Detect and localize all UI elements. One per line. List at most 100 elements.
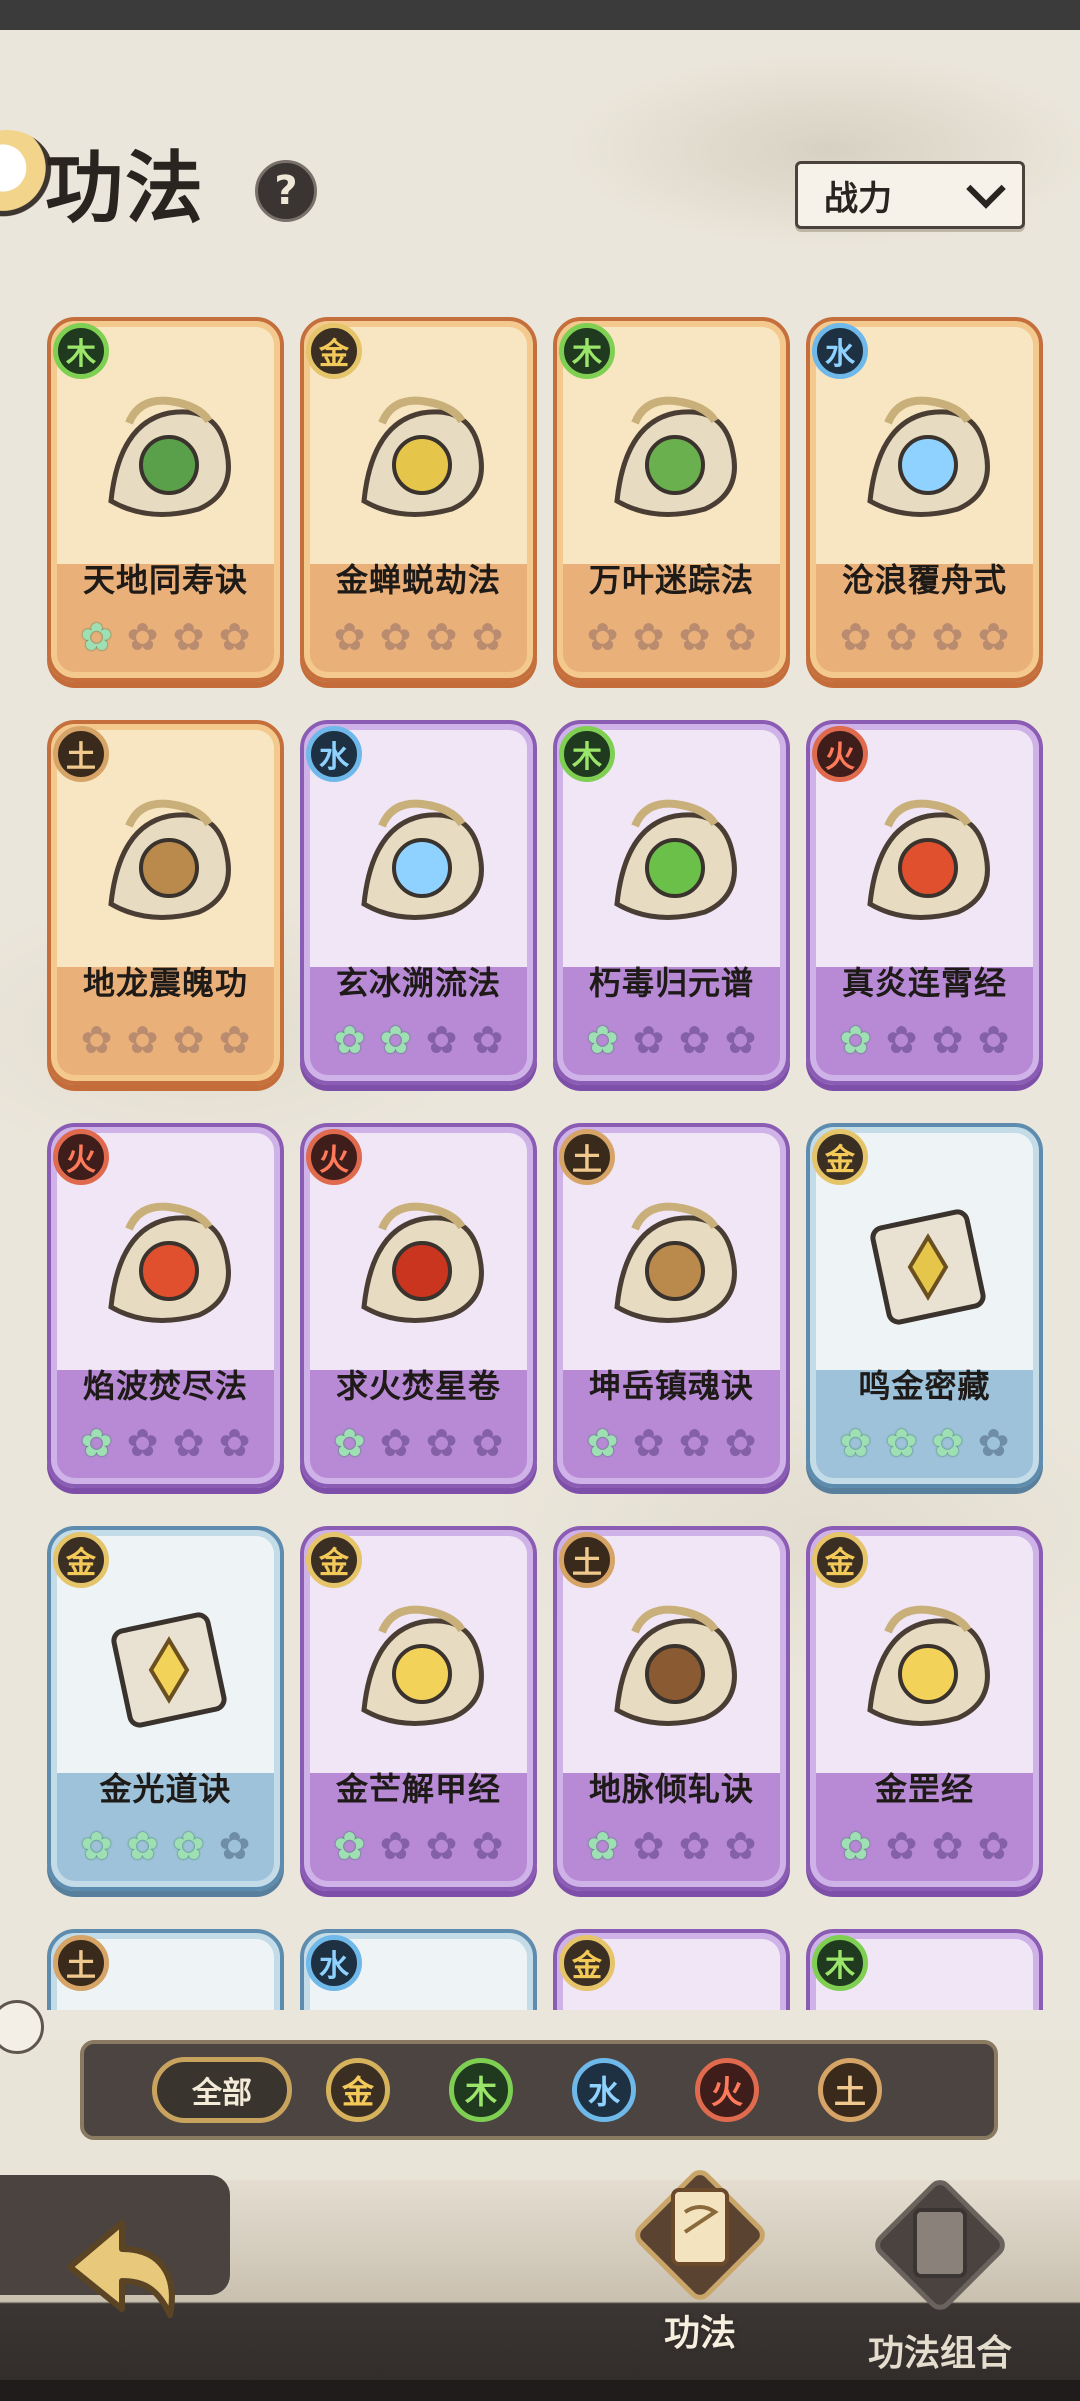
element-badge: 金 [812, 1532, 868, 1588]
star-icon: ✿ [172, 1421, 205, 1465]
star-icon: ✿ [632, 1018, 665, 1062]
star-rating: ✿ ✿ ✿ ✿ [557, 1019, 786, 1061]
skill-card[interactable]: 火真炎连霄经 ✿ ✿ ✿ ✿ [806, 720, 1043, 1085]
star-icon: ✿ [586, 1824, 619, 1868]
star-icon: ✿ [471, 1824, 504, 1868]
element-badge: 金 [559, 1935, 615, 1991]
star-icon: ✿ [977, 615, 1010, 659]
leaf-maze-icon [595, 383, 755, 533]
poison-skull-icon [595, 786, 755, 936]
skill-card[interactable]: 木天地同寿诀 ✿ ✿ ✿ ✿ [47, 317, 284, 682]
sort-label: 战力 [824, 178, 892, 219]
skill-card[interactable]: 金金光道诀 ✿ ✿ ✿ ✿ [47, 1526, 284, 1891]
element-badge: 火 [53, 1129, 109, 1185]
skill-name: 天地同寿诀 [82, 561, 248, 599]
skill-card[interactable]: 火求火焚星卷 ✿ ✿ ✿ ✿ [300, 1123, 537, 1488]
element-badge: 土 [559, 1129, 615, 1185]
skill-grid: 木天地同寿诀 ✿ ✿ ✿ ✿ 金金蝉蜕劫法 ✿ ✿ ✿ ✿ 木万叶迷踪法 ✿ ✿ ✿ ✿ 水沧浪覆舟式 ✿ ✿ ✿ ✿… [47, 317, 1043, 2010]
skill-name: 金光道诀 [99, 1770, 232, 1808]
star-rating: ✿ ✿ ✿ ✿ [304, 616, 533, 658]
element-badge: 金 [812, 1129, 868, 1185]
star-icon: ✿ [425, 1421, 458, 1465]
skill-card[interactable]: 金金蝉蜕劫法 ✿ ✿ ✿ ✿ [300, 317, 537, 682]
star-icon: ✿ [379, 1018, 412, 1062]
star-icon: ✿ [172, 615, 205, 659]
star-icon: ✿ [678, 1421, 711, 1465]
star-rating: ✿ ✿ ✿ ✿ [810, 1825, 1039, 1867]
gold-arrow-icon [848, 1592, 1008, 1742]
star-icon: ✿ [678, 1824, 711, 1868]
star-icon: ✿ [333, 615, 366, 659]
earth-vein-icon [595, 1592, 755, 1742]
star-icon: ✿ [333, 1421, 366, 1465]
skill-card[interactable]: 金鸣金密藏 ✿ ✿ ✿ ✿ [806, 1123, 1043, 1488]
help-button[interactable]: ? [255, 160, 317, 222]
star-icon: ✿ [885, 1824, 918, 1868]
star-icon: ✿ [80, 1421, 113, 1465]
star-rating: ✿ ✿ ✿ ✿ [304, 1422, 533, 1464]
header: 功法 ? [0, 120, 360, 250]
flame-scroll-icon [848, 786, 1008, 936]
star-icon: ✿ [80, 1824, 113, 1868]
star-icon: ✿ [931, 615, 964, 659]
skill-card[interactable]: 土地龙震魄功 ✿ ✿ ✿ ✿ [47, 720, 284, 1085]
skill-card[interactable]: 土 [47, 1929, 284, 2010]
skill-card[interactable]: 木万叶迷踪法 ✿ ✿ ✿ ✿ [553, 317, 790, 682]
combo-book-icon [875, 2180, 1005, 2310]
skill-name: 万叶迷踪法 [588, 561, 754, 599]
star-icon: ✿ [931, 1018, 964, 1062]
water-wave-icon [848, 383, 1008, 533]
star-icon: ✿ [471, 1018, 504, 1062]
star-icon: ✿ [931, 1824, 964, 1868]
star-icon: ✿ [839, 1824, 872, 1868]
filter-water-button[interactable]: 水 [572, 2058, 636, 2122]
gold-light-book-icon [89, 1592, 249, 1742]
star-icon: ✿ [172, 1018, 205, 1062]
skill-card[interactable]: 水沧浪覆舟式 ✿ ✿ ✿ ✿ [806, 317, 1043, 682]
element-filter-bar: 全部 金 木 水 火 土 [80, 2040, 998, 2140]
star-icon: ✿ [724, 615, 757, 659]
nav-tab-skills[interactable]: 功法 [625, 2150, 775, 2356]
skill-card[interactable]: 土地脉倾轧诀 ✿ ✿ ✿ ✿ [553, 1526, 790, 1891]
filter-fire-button[interactable]: 火 [695, 2058, 759, 2122]
star-icon: ✿ [724, 1421, 757, 1465]
skill-card[interactable]: 水玄冰溯流法 ✿ ✿ ✿ ✿ [300, 720, 537, 1085]
skill-card[interactable]: 土坤岳镇魂诀 ✿ ✿ ✿ ✿ [553, 1123, 790, 1488]
star-icon: ✿ [333, 1018, 366, 1062]
skill-name: 朽毒归元谱 [588, 964, 754, 1002]
skill-card[interactable]: 水 [300, 1929, 537, 2010]
element-badge: 土 [559, 1532, 615, 1588]
skill-name: 沧浪覆舟式 [841, 561, 1007, 599]
gold-blade-icon [342, 1592, 502, 1742]
skill-card[interactable]: 金金芒解甲经 ✿ ✿ ✿ ✿ [300, 1526, 537, 1891]
element-badge: 土 [53, 726, 109, 782]
star-icon: ✿ [218, 1421, 251, 1465]
skill-card[interactable]: 金金罡经 ✿ ✿ ✿ ✿ [806, 1526, 1043, 1891]
element-badge: 木 [559, 726, 615, 782]
star-icon: ✿ [471, 1421, 504, 1465]
star-icon: ✿ [839, 1018, 872, 1062]
star-icon: ✿ [724, 1018, 757, 1062]
skill-card[interactable]: 木朽毒归元谱 ✿ ✿ ✿ ✿ [553, 720, 790, 1085]
ice-stream-icon [342, 786, 502, 936]
element-badge: 木 [559, 323, 615, 379]
filter-wood-button[interactable]: 木 [449, 2058, 513, 2122]
skill-name: 金芒解甲经 [335, 1770, 501, 1808]
star-rating: ✿ ✿ ✿ ✿ [51, 1825, 280, 1867]
golden-cicada-icon [342, 383, 502, 533]
star-icon: ✿ [586, 1421, 619, 1465]
star-icon: ✿ [977, 1421, 1010, 1465]
sort-dropdown[interactable]: 战力 [795, 161, 1025, 229]
filter-metal-button[interactable]: 金 [326, 2058, 390, 2122]
back-arrow-icon[interactable] [60, 2205, 190, 2335]
star-icon: ✿ [839, 1421, 872, 1465]
nav-tab-skill-combos[interactable]: 功法组合 [835, 2170, 1045, 2376]
star-icon: ✿ [425, 615, 458, 659]
skill-card[interactable]: 金 [553, 1929, 790, 2010]
star-icon: ✿ [586, 615, 619, 659]
element-badge: 木 [53, 323, 109, 379]
filter-all-button[interactable]: 全部 [152, 2057, 292, 2123]
filter-earth-button[interactable]: 土 [818, 2058, 882, 2122]
skill-card[interactable]: 火焰波焚尽法 ✿ ✿ ✿ ✿ [47, 1123, 284, 1488]
skill-card[interactable]: 木 [806, 1929, 1043, 2010]
